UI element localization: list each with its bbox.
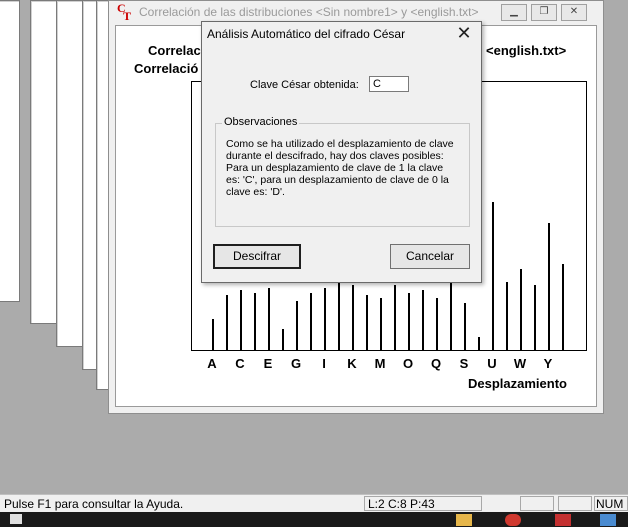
status-num: NUM [596, 497, 624, 511]
chart-bar-V [506, 282, 508, 350]
chart-title-line2: Correlació [134, 61, 199, 76]
chart-bar-H [310, 293, 312, 350]
x-tick-C: C [235, 356, 245, 371]
app-taskbar-icon[interactable] [555, 514, 571, 526]
app-taskbar-icon-2[interactable] [600, 514, 616, 526]
chart-bar-U [492, 202, 494, 350]
start-icon[interactable] [10, 514, 22, 524]
minimize-button[interactable]: ▁ [501, 4, 527, 21]
chart-bar-I [324, 288, 326, 350]
decrypt-button[interactable]: Descifrar [213, 244, 301, 269]
x-tick-S: S [459, 356, 469, 371]
x-tick-Y: Y [543, 356, 553, 371]
chart-bar-K [352, 285, 354, 350]
chart-title-line1-right: <english.txt> [486, 43, 567, 58]
chart-title-line1-left: Correlac [148, 43, 201, 58]
correlation-window-titlebar[interactable]: C T Correlación de las distribuciones <S… [109, 1, 603, 23]
app-icon-letter-bottom: T [123, 9, 132, 23]
restore-button[interactable]: ❐ [531, 4, 557, 21]
x-tick-O: O [402, 356, 414, 371]
chart-bar-Q [436, 298, 438, 350]
close-button[interactable]: ✕ [561, 4, 587, 21]
dialog-title: Análisis Automático del cifrado César [207, 27, 406, 41]
observations-group: Observaciones Como se ha utilizado el de… [215, 116, 470, 227]
taskbar [0, 512, 628, 527]
x-tick-U: U [487, 356, 497, 371]
chart-bar-M [380, 298, 382, 350]
key-label: Clave César obtenida: [250, 79, 359, 91]
x-tick-Q: Q [430, 356, 442, 371]
x-tick-E: E [263, 356, 273, 371]
chart-bar-R [450, 282, 452, 350]
status-pane-3 [558, 496, 592, 511]
chart-bar-E [268, 288, 270, 350]
chart-bar-N [394, 285, 396, 350]
chart-bar-Y [548, 223, 550, 350]
chart-bar-A [212, 319, 214, 350]
x-tick-A: A [207, 356, 217, 371]
chart-bar-X [534, 285, 536, 350]
status-bar: Pulse F1 para consultar la Ayuda. L:2 C:… [0, 494, 628, 513]
x-axis-label: Desplazamiento [468, 376, 567, 391]
chart-bar-W [520, 269, 522, 350]
chart-bar-C [240, 290, 242, 350]
app-icon: C T [117, 2, 135, 23]
chart-bar-L [366, 295, 368, 350]
chart-bar-G [296, 301, 298, 350]
caesar-analysis-dialog[interactable]: Análisis Automático del cifrado César ✕ … [201, 21, 482, 283]
key-field[interactable]: C [369, 76, 409, 92]
x-tick-I: I [322, 356, 326, 371]
chart-bar-B [226, 295, 228, 350]
chart-bar-T [478, 337, 480, 350]
dialog-close-icon[interactable]: ✕ [453, 24, 475, 44]
browser-icon[interactable] [505, 514, 521, 526]
status-pane-2 [520, 496, 554, 511]
chart-bar-F [282, 329, 284, 350]
chart-bar-Z [562, 264, 564, 350]
x-tick-G: G [290, 356, 302, 371]
x-tick-M: M [374, 356, 386, 371]
chart-bar-P [422, 290, 424, 350]
status-help-text: Pulse F1 para consultar la Ayuda. [4, 497, 184, 511]
mdi-child-window-back-1[interactable] [0, 0, 20, 302]
observations-text: Como se ha utilizado el desplazamiento d… [226, 138, 454, 198]
dialog-body: Clave César obtenida: C Observaciones Co… [202, 47, 481, 282]
cancel-button[interactable]: Cancelar [390, 244, 470, 269]
x-tick-W: W [513, 356, 527, 371]
x-tick-K: K [347, 356, 357, 371]
chart-bar-D [254, 293, 256, 350]
observations-legend: Observaciones [222, 116, 300, 128]
status-position: L:2 C:8 P:43 [368, 497, 435, 511]
chart-bar-O [408, 293, 410, 350]
window-title: Correlación de las distribuciones <Sin n… [139, 5, 479, 19]
folder-icon[interactable] [456, 514, 472, 526]
chart-bar-S [464, 303, 466, 350]
